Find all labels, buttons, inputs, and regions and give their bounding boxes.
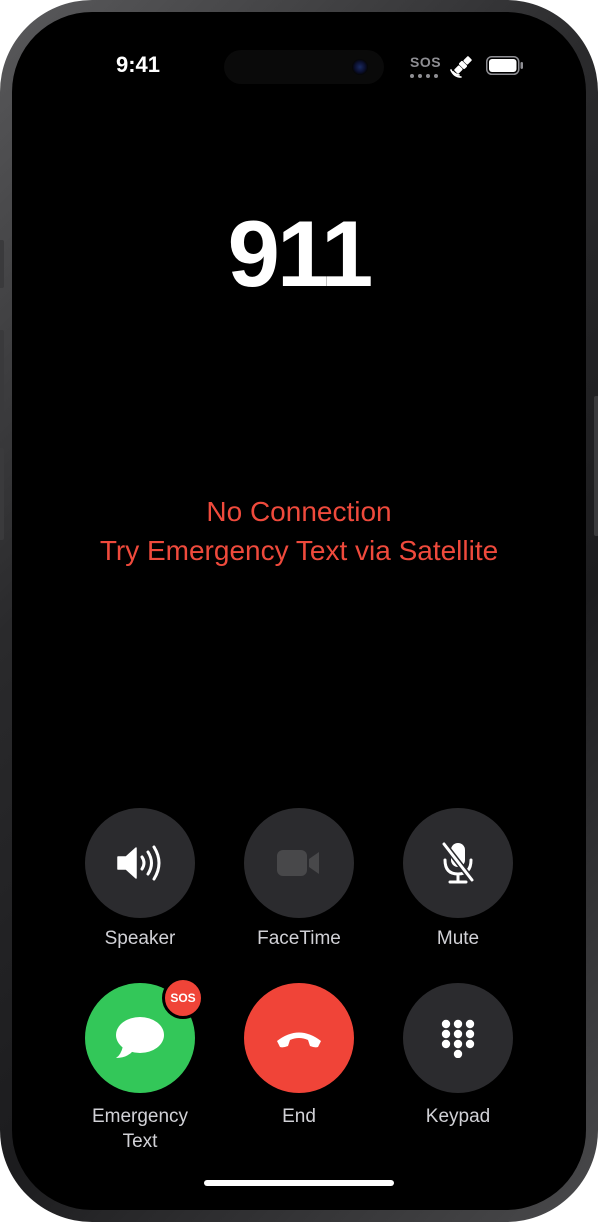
volume-down-button bbox=[0, 448, 4, 540]
battery-icon bbox=[486, 56, 523, 75]
end-label: End bbox=[282, 1106, 316, 1127]
emergency-text-label-line-2: Text bbox=[122, 1131, 158, 1152]
volume-up-button bbox=[0, 330, 4, 422]
front-camera bbox=[352, 59, 368, 75]
screen: 9:41 SOS 911 No Connection Try Emergency… bbox=[12, 12, 586, 1210]
action-button bbox=[0, 240, 4, 288]
call-number: 911 bbox=[227, 201, 374, 306]
speaker-icon bbox=[117, 845, 161, 881]
mute-button[interactable] bbox=[403, 808, 513, 918]
video-camera-icon bbox=[277, 850, 319, 876]
keypad-grid-icon bbox=[441, 1019, 475, 1058]
sos-indicator: SOS bbox=[410, 54, 442, 70]
emergency-text-label: Emergency Text bbox=[60, 1104, 220, 1154]
sos-badge: SOS bbox=[162, 977, 204, 1019]
message-bubble-icon bbox=[116, 1017, 164, 1058]
phone-down-icon bbox=[277, 1032, 321, 1048]
mute-label: Mute bbox=[436, 928, 480, 949]
status-time: 9:41 bbox=[115, 52, 161, 77]
call-status-satellite-hint[interactable]: Try Emergency Text via Satellite bbox=[12, 535, 586, 567]
keypad-label: Keypad bbox=[425, 1106, 491, 1127]
home-indicator[interactable] bbox=[204, 1180, 394, 1186]
side-button bbox=[594, 396, 598, 536]
no-signal-dots bbox=[410, 74, 438, 78]
call-status-no-connection: No Connection bbox=[206, 496, 392, 527]
speaker-button[interactable] bbox=[85, 808, 195, 918]
phone-frame: 9:41 SOS 911 No Connection Try Emergency… bbox=[0, 0, 598, 1222]
microphone-slash-icon bbox=[441, 841, 475, 884]
emergency-text-label-line-1: Emergency bbox=[91, 1106, 189, 1127]
end-call-button[interactable] bbox=[244, 983, 354, 1093]
keypad-button[interactable] bbox=[403, 983, 513, 1093]
facetime-button[interactable] bbox=[244, 808, 354, 918]
facetime-label: FaceTime bbox=[257, 928, 341, 949]
speaker-label: Speaker bbox=[104, 928, 176, 949]
satellite-icon bbox=[450, 56, 472, 78]
